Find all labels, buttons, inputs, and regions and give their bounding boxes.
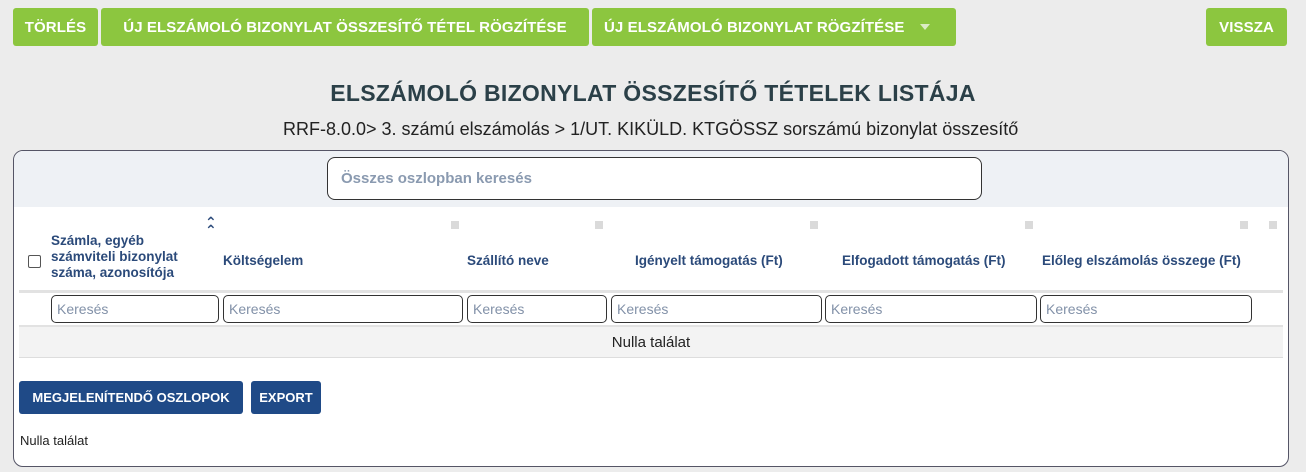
filter-supplier-name[interactable] [467,295,607,323]
chevron-down-icon [920,24,931,30]
new-voucher-button-label: ÚJ ELSZÁMOLÓ BIZONYLAT RÖGZÍTÉSE [604,18,905,36]
back-button[interactable]: VISSZA [1206,8,1287,46]
select-all-checkbox[interactable] [28,255,41,268]
page-title: ELSZÁMOLÓ BIZONYLAT ÖSSZESÍTŐ TÉTELEK LI… [330,80,976,106]
breadcrumb: RRF-8.0.0> 3. számú elszámolás > 1/UT. K… [283,119,1019,139]
column-header-accepted-support[interactable]: Elfogadott támogatás (Ft) [842,253,1052,269]
new-summary-item-button[interactable]: ÚJ ELSZÁMOLÓ BIZONYLAT ÖSSZESÍTŐ TÉTEL R… [101,8,589,46]
filter-advance-settlement[interactable] [1040,295,1252,323]
delete-button-label: TÖRLÉS [24,18,87,36]
column-header-requested-support[interactable]: Igényelt támogatás (Ft) [635,253,835,269]
sort-handle-icon[interactable] [810,221,818,229]
sort-handle-icon[interactable] [451,221,459,229]
double-chevron-up-icon[interactable]: ⌃ ⌃ [205,215,217,237]
filter-cost-element[interactable] [223,295,463,323]
column-header-advance-settlement[interactable]: Előleg elszámolás összege (Ft) [1042,253,1282,269]
delete-button[interactable]: TÖRLÉS [13,8,98,46]
sort-handle-icon[interactable] [1240,221,1248,229]
column-header-supplier-name[interactable]: Szállító neve [467,253,607,269]
sort-handle-icon[interactable] [1269,221,1277,229]
filter-invoice-id[interactable] [51,295,219,323]
empty-table-row: Nulla találat [19,327,1283,358]
header-divider [19,290,1283,293]
sort-handle-icon[interactable] [595,221,603,229]
data-table-panel: ⌃⌃ Számla, egyéb számviteli bizonylat sz… [13,150,1289,467]
filter-requested-support[interactable] [611,295,822,323]
global-search-input[interactable] [327,157,982,200]
visible-columns-button[interactable]: MEGJELENÍTENDŐ OSZLOPOK [19,381,243,414]
column-header-invoice-id[interactable]: Számla, egyéb számviteli bizonylat száma… [51,233,201,281]
export-button[interactable]: EXPORT [251,381,321,414]
column-header-cost-element[interactable]: Költségelem [223,253,423,269]
result-count: Nulla találat [20,433,88,448]
export-button-label: EXPORT [259,390,313,405]
visible-columns-button-label: MEGJELENÍTENDŐ OSZLOPOK [32,390,230,405]
new-summary-item-button-label: ÚJ ELSZÁMOLÓ BIZONYLAT ÖSSZESÍTŐ TÉTEL R… [123,18,567,36]
back-button-label: VISSZA [1219,18,1274,36]
sort-handle-icon[interactable] [1025,221,1033,229]
new-voucher-dropdown-button[interactable]: ÚJ ELSZÁMOLÓ BIZONYLAT RÖGZÍTÉSE [592,8,956,46]
filter-accepted-support[interactable] [825,295,1037,323]
